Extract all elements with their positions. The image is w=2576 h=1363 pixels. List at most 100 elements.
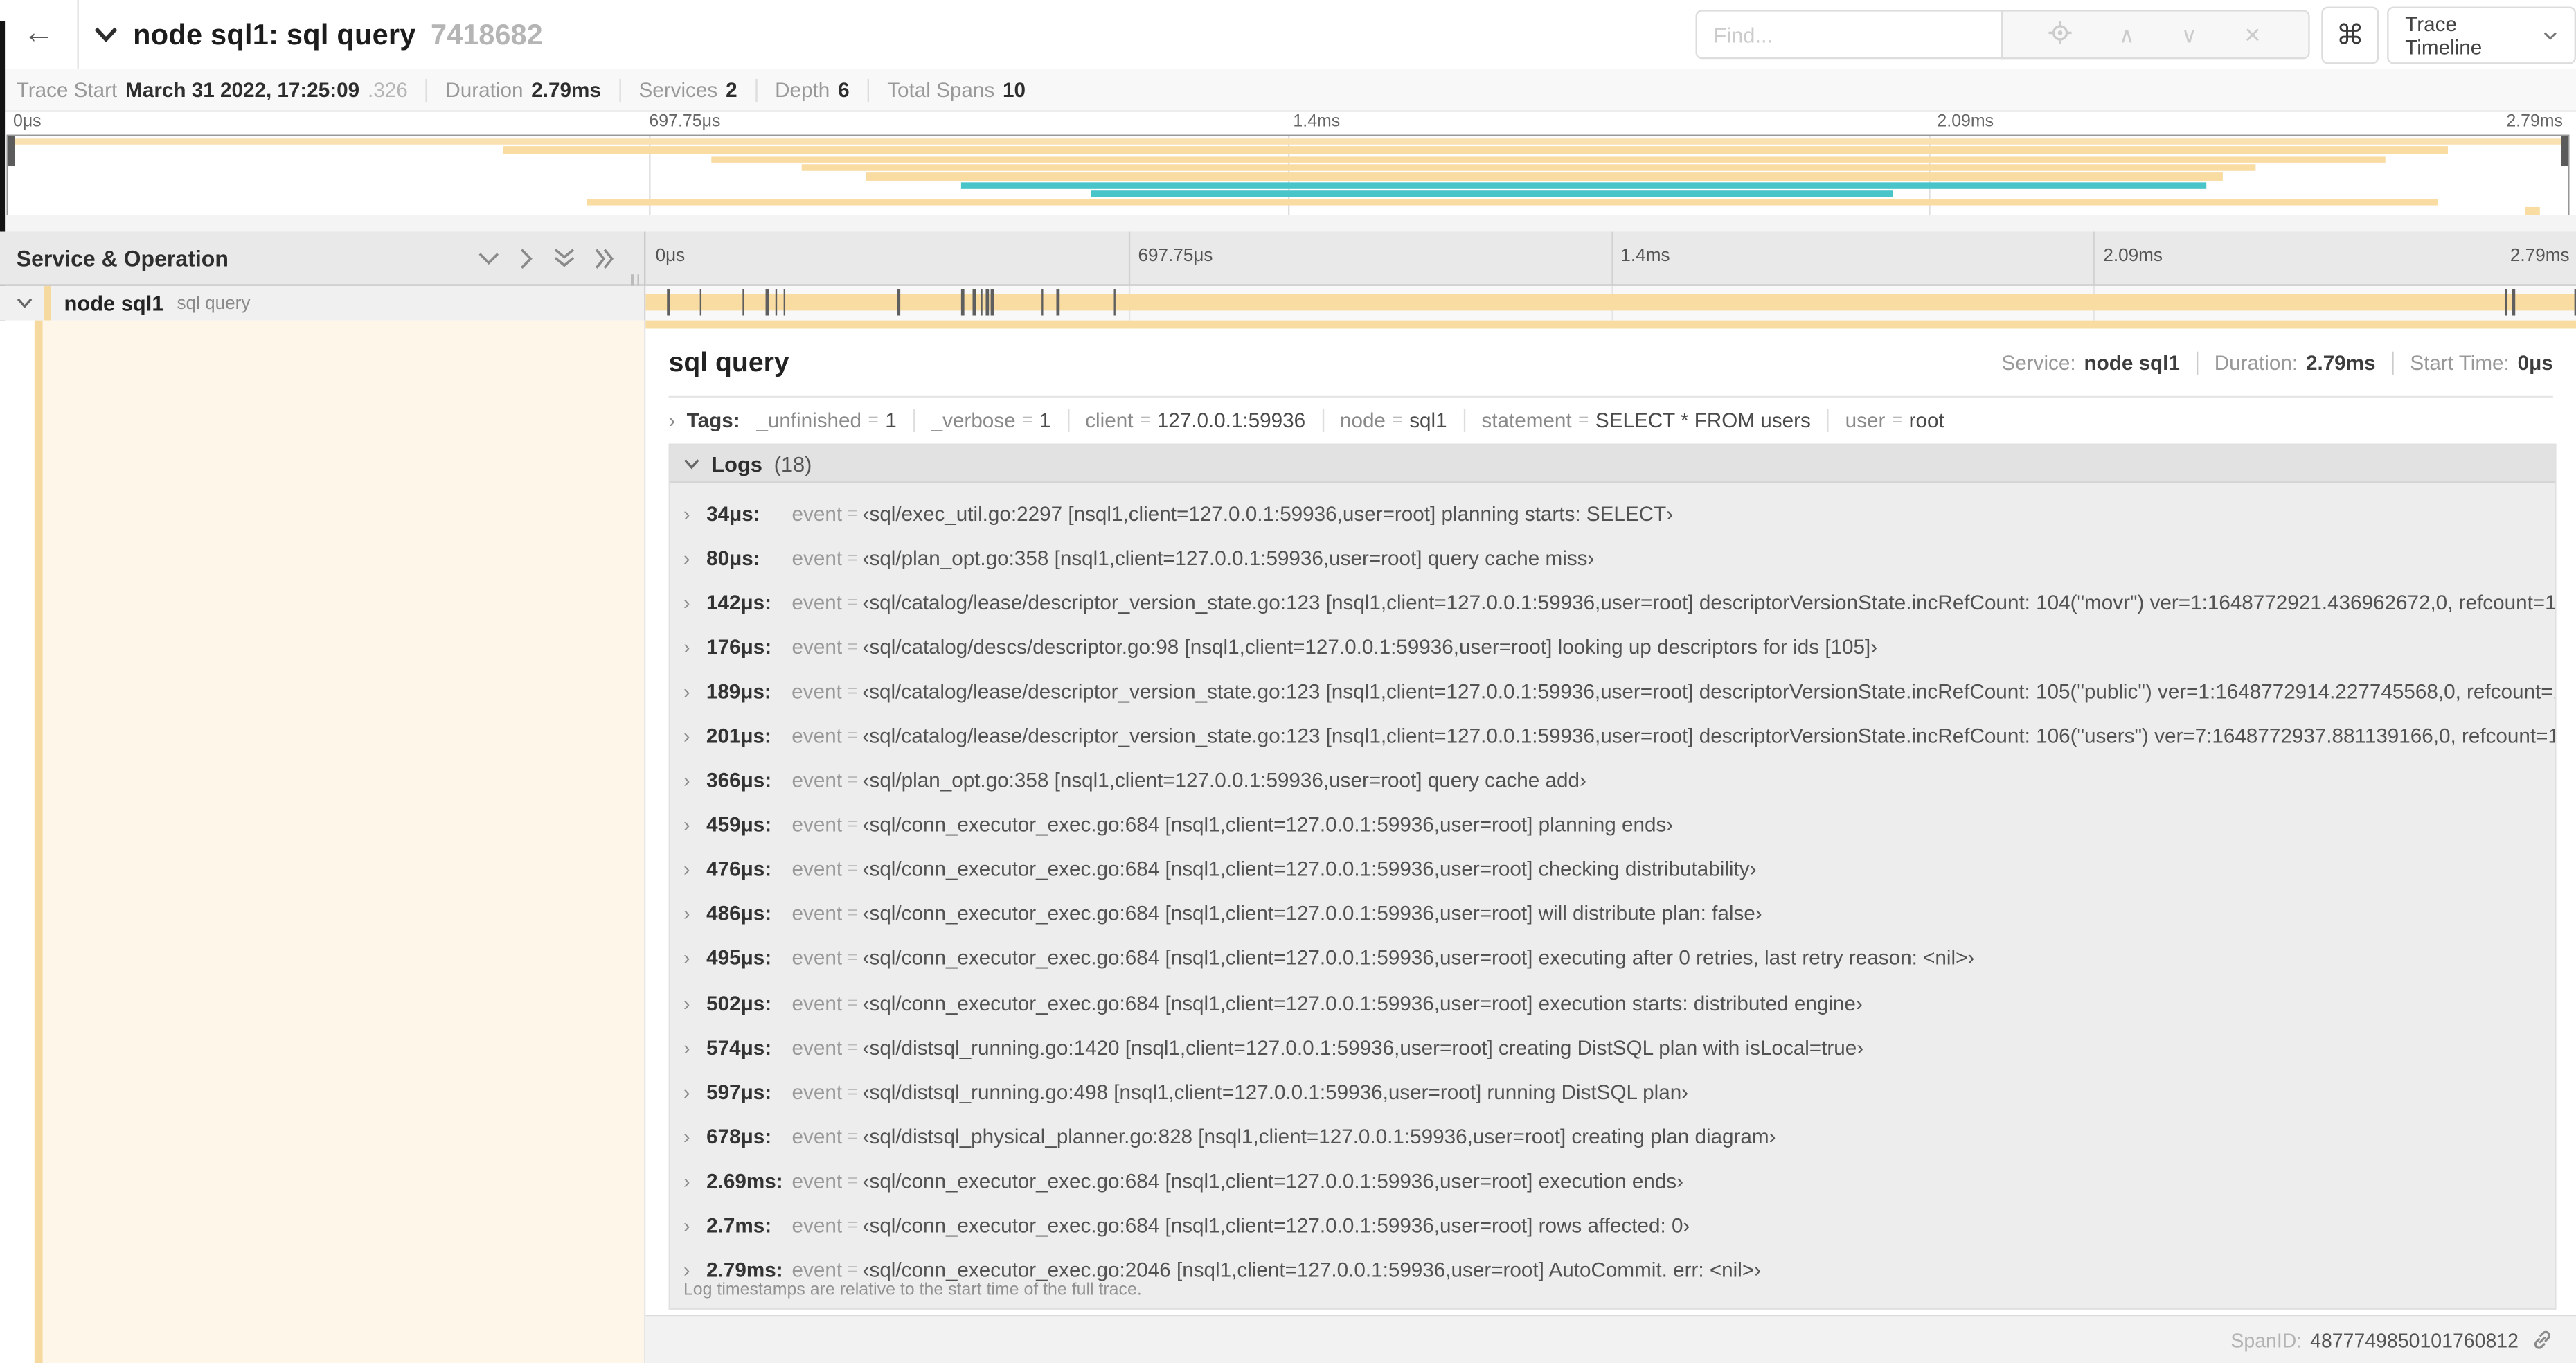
log-row[interactable]: › 486μs: event = ‹sql/conn_executor_exec… — [670, 892, 2555, 936]
summary-label: Depth — [775, 78, 830, 101]
log-marker[interactable] — [765, 289, 769, 316]
detail-meta-value: 0μs — [2517, 351, 2553, 375]
log-row[interactable]: › 201μs: event = ‹sql/catalog/lease/desc… — [670, 714, 2555, 758]
log-message: ‹sql/catalog/lease/descriptor_version_st… — [862, 724, 2555, 748]
span-row-name-cell[interactable]: node sql1 sql query — [0, 285, 646, 321]
log-message: ‹sql/distsql_running.go:1420 [nsql1,clie… — [862, 1036, 1864, 1060]
logs-title: Logs — [711, 451, 762, 476]
tag-equals: = — [1891, 411, 1903, 431]
log-marker[interactable] — [667, 289, 670, 316]
log-timestamp: 2.79ms: — [706, 1258, 783, 1282]
log-marker[interactable] — [1057, 289, 1060, 316]
expand-one-icon[interactable] — [519, 247, 534, 269]
log-row[interactable]: › 459μs: event = ‹sql/conn_executor_exec… — [670, 803, 2555, 847]
back-button[interactable]: ← — [0, 0, 79, 69]
log-marker[interactable] — [980, 289, 983, 316]
tags-section-toggle[interactable]: › Tags: _unfinished = 1 _verbose = 1 cli… — [669, 401, 2553, 440]
log-row[interactable]: › 2.7ms: event = ‹sql/conn_executor_exec… — [670, 1204, 2555, 1248]
tag-value: sql1 — [1409, 409, 1447, 432]
collapse-all-icon[interactable] — [554, 248, 575, 267]
log-row[interactable]: › 574μs: event = ‹sql/distsql_running.go… — [670, 1026, 2555, 1070]
log-marker[interactable] — [961, 289, 965, 316]
chevron-right-icon: › — [683, 501, 690, 526]
log-marker[interactable] — [782, 289, 786, 316]
log-timestamp: 176μs: — [706, 635, 772, 659]
log-message: ‹sql/conn_executor_exec.go:684 [nsql1,cl… — [862, 1170, 1684, 1193]
log-marker[interactable] — [774, 289, 778, 316]
detail-meta-label: Start Time: — [2410, 351, 2510, 375]
log-row[interactable]: › 189μs: event = ‹sql/catalog/lease/desc… — [670, 669, 2555, 713]
log-marker[interactable] — [897, 289, 900, 316]
log-timestamp: 2.7ms: — [706, 1214, 772, 1238]
log-row[interactable]: › 476μs: event = ‹sql/conn_executor_exec… — [670, 848, 2555, 892]
tag-item: _verbose = 1 — [913, 409, 1050, 432]
minimap-canvas[interactable] — [6, 134, 2570, 217]
log-field-key: event — [791, 858, 843, 882]
log-row[interactable]: › 142μs: event = ‹sql/catalog/lease/desc… — [670, 580, 2555, 625]
gridline — [1128, 231, 1130, 285]
span-detail-title: sql query — [668, 347, 789, 377]
log-message: ‹sql/conn_executor_exec.go:684 [nsql1,cl… — [862, 902, 1762, 926]
summary-item: Duration 2.79ms — [425, 78, 601, 101]
log-row[interactable]: › 34μs: event = ‹sql/exec_util.go:2297 [… — [670, 491, 2555, 535]
log-field-equals: = — [847, 904, 858, 925]
log-row[interactable]: › 366μs: event = ‹sql/plan_opt.go:358 [n… — [670, 758, 2555, 803]
log-message: ‹sql/conn_executor_exec.go:2046 [nsql1,c… — [862, 1258, 1762, 1282]
span-collapse-icon[interactable] — [17, 297, 33, 309]
log-row[interactable]: › 2.69ms: event = ‹sql/conn_executor_exe… — [670, 1159, 2555, 1204]
find-clear-icon[interactable]: ✕ — [2244, 24, 2262, 45]
trace-collapse-icon[interactable] — [93, 26, 118, 43]
log-field-key: event — [791, 724, 842, 748]
find-next-icon[interactable]: ∨ — [2181, 24, 2197, 45]
log-row[interactable]: › 597μs: event = ‹sql/distsql_running.go… — [670, 1070, 2555, 1114]
log-row[interactable]: › 80μs: event = ‹sql/plan_opt.go:358 [ns… — [670, 536, 2555, 580]
log-message: ‹sql/catalog/descs/descriptor.go:98 [nsq… — [862, 635, 1878, 659]
tag-item: client = 127.0.0.1:59936 — [1067, 409, 1305, 432]
log-marker[interactable] — [1041, 289, 1044, 316]
tag-equals: = — [1392, 411, 1403, 431]
detail-meta-item: Duration: 2.79ms — [2196, 351, 2376, 375]
minimap-left-handle[interactable] — [8, 136, 15, 166]
minimap-spans — [8, 136, 2568, 215]
trace-view-dropdown[interactable]: Trace Timeline — [2387, 6, 2576, 64]
summary-label: Trace Start — [16, 78, 118, 101]
find-prev-icon[interactable]: ∧ — [2119, 24, 2135, 45]
logs-section-toggle[interactable]: Logs (18) — [670, 445, 2555, 483]
log-marker[interactable] — [1113, 289, 1116, 316]
detail-meta-label: Duration: — [2214, 351, 2298, 375]
tag-key: node — [1339, 409, 1386, 432]
span-detail-left-column — [0, 320, 646, 1363]
collapse-one-icon[interactable] — [478, 251, 499, 265]
chevron-right-icon: › — [683, 1214, 690, 1238]
log-row[interactable]: › 502μs: event = ‹sql/conn_executor_exec… — [670, 981, 2555, 1025]
trace-view-label: Trace Timeline — [2405, 12, 2483, 59]
link-icon[interactable] — [2532, 1329, 2553, 1351]
chevron-down-icon — [2544, 31, 2557, 39]
find-input[interactable] — [1695, 10, 2003, 60]
log-marker[interactable] — [973, 289, 976, 316]
log-marker[interactable] — [986, 289, 990, 316]
log-timestamp: 486μs: — [706, 902, 772, 926]
log-row[interactable]: › 678μs: event = ‹sql/distsql_physical_p… — [670, 1114, 2555, 1159]
log-marker[interactable] — [2505, 289, 2508, 316]
log-message: ‹sql/distsql_physical_planner.go:828 [ns… — [862, 1125, 1776, 1149]
locate-icon[interactable] — [2049, 21, 2073, 48]
tag-key: user — [1845, 409, 1886, 432]
tag-equals: = — [1022, 411, 1033, 431]
log-row[interactable]: › 495μs: event = ‹sql/conn_executor_exec… — [670, 936, 2555, 981]
log-marker[interactable] — [742, 289, 745, 316]
log-marker[interactable] — [2512, 289, 2515, 316]
spanid-label: SpanID: — [2230, 1328, 2302, 1352]
keyboard-shortcuts-button[interactable]: ⌘ — [2321, 6, 2379, 64]
log-field-equals: = — [847, 637, 858, 657]
logs-footnote: Log timestamps are relative to the start… — [683, 1280, 1142, 1300]
log-message: ‹sql/plan_opt.go:358 [nsql1,client=127.0… — [862, 546, 1595, 570]
chevron-right-icon: › — [683, 947, 690, 970]
expand-all-icon[interactable] — [595, 247, 614, 269]
tag-item: user = root — [1827, 409, 1944, 432]
minimap-right-handle[interactable] — [2561, 136, 2568, 166]
log-marker[interactable] — [699, 289, 702, 316]
summary-item: Total Spans 10 — [867, 78, 1026, 101]
log-marker[interactable] — [991, 289, 994, 316]
log-row[interactable]: › 176μs: event = ‹sql/catalog/descs/desc… — [670, 625, 2555, 669]
